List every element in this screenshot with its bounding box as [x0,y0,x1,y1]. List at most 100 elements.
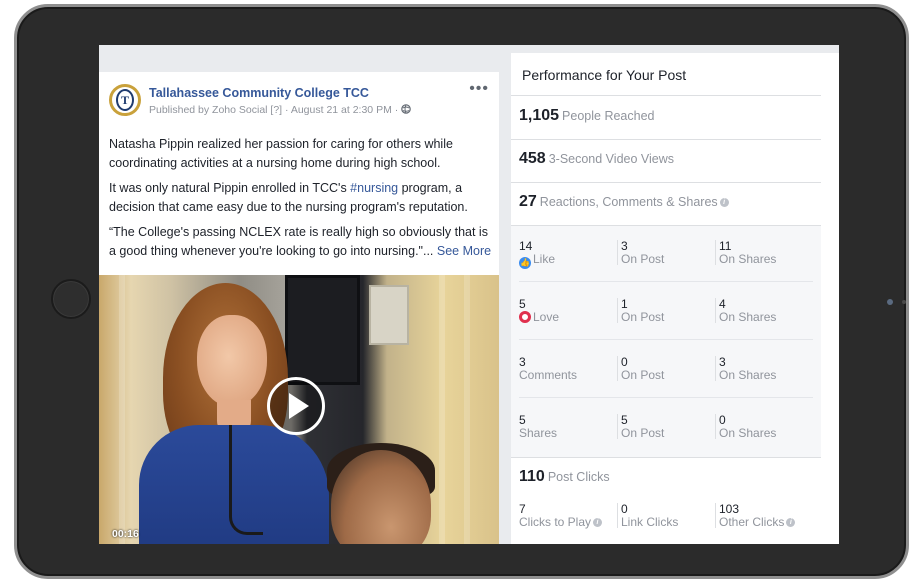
clicks-to-play-label: Clicks to Play i [519,515,603,529]
comments-count: 3 [519,355,526,369]
clicks-to-play-value: 7 [519,502,526,516]
love-on-shares-value: 4 [719,297,726,311]
like-on-shares: 11 On Shares [715,240,776,265]
home-button[interactable] [51,279,91,319]
love-total: 5 Love [519,298,559,323]
play-triangle [289,393,309,419]
comments-on-post: 0 On Post [617,356,664,381]
on-post-label: On Post [621,368,665,382]
comments-on-shares: 3 On Shares [715,356,776,381]
like-on-post: 3 On Post [617,240,664,265]
like-on-post-value: 3 [621,239,628,253]
comments-on-post-value: 0 [621,355,628,369]
curtain-fold [439,275,445,544]
post-meta: Published by Zoho Social [?] · August 21… [149,104,411,116]
on-shares-label: On Shares [719,310,777,324]
like-on-shares-value: 11 [719,239,732,253]
post-paragraph: “The College's passing NCLEX rate is rea… [109,223,494,261]
like-count: 14 [519,239,533,253]
divider [511,139,821,140]
post-header: T Tallahassee Community College TCC Publ… [99,72,499,124]
other-clicks: 103 Other Clicks i [715,502,796,529]
like-label-text: Like [533,252,556,266]
clicks-to-play: 7 Clicks to Play i [519,502,603,529]
people-reached-stat: 1,105 People Reached [519,107,654,125]
divider [511,182,821,183]
post-clicks-label: Post Clicks [547,470,610,484]
shares-on-post-value: 5 [621,413,628,427]
curtain-fold [464,275,470,544]
nurse-face [197,315,267,407]
on-shares-label: On Shares [719,426,777,440]
other-clicks-value: 103 [719,502,740,516]
clicks-to-play-label-text: Clicks to Play [519,515,592,529]
video-views-value: 458 [519,150,546,167]
love-icon [519,311,531,323]
shares-on-shares-value: 0 [719,413,726,427]
on-post-label: On Post [621,252,665,266]
logo-letter: T [116,89,134,111]
post-body: Natasha Pippin realized her passion for … [109,135,494,267]
on-shares-label: On Shares [719,252,777,266]
shares-total: 5 Shares [519,414,557,439]
video-duration: 00:16 [112,528,139,540]
divider [519,339,813,340]
divider [519,397,813,398]
like-label: 👍 Like [519,253,555,269]
post-text-segment: “The College's passing NCLEX rate is rea… [109,225,488,258]
info-icon[interactable]: i [719,198,729,208]
love-on-shares: 4 On Shares [715,298,776,323]
love-on-post: 1 On Post [617,298,664,323]
wall-panel [369,285,409,345]
post-text-segment: It was only natural Pippin enrolled in T… [109,181,351,195]
on-post-label: On Post [621,426,665,440]
video-views-stat: 458 3-Second Video Views [519,150,674,168]
engagement-stat: 27 Reactions, Comments & Shares i [519,193,729,211]
comments-label: Comments [519,368,578,382]
link-clicks-label: Link Clicks [621,515,679,529]
like-total: 14 👍 Like [519,240,555,269]
monitor-shape [285,275,360,385]
shares-label: Shares [519,426,558,440]
info-icon[interactable]: i [593,518,603,528]
love-on-post-value: 1 [621,297,628,311]
sensor-icon [902,300,906,304]
see-more-link[interactable]: See More [437,244,491,258]
link-clicks-value: 0 [621,502,628,516]
video-player[interactable]: 00:16 [99,275,499,544]
info-icon[interactable]: i [786,518,796,528]
divider [511,457,821,458]
love-label-text: Love [533,310,560,324]
divider [519,281,813,282]
globe-icon [401,104,411,114]
page-logo[interactable]: T [109,84,141,116]
engagement-value: 27 [519,193,537,210]
shares-on-post: 5 On Post [617,414,664,439]
on-shares-label: On Shares [719,368,777,382]
page-name-link[interactable]: Tallahassee Community College TCC [149,86,369,100]
play-icon[interactable] [267,377,325,435]
other-clicks-label-text: Other Clicks [719,515,785,529]
post-clicks-value: 110 [519,468,545,485]
comments-total: 3 Comments [519,356,577,381]
love-count: 5 [519,297,526,311]
performance-title: Performance for Your Post [522,67,687,83]
love-label: Love [519,311,559,323]
post-paragraph: Natasha Pippin realized her passion for … [109,137,453,170]
stethoscope [229,425,263,535]
like-icon: 👍 [519,257,531,269]
performance-panel: Performance for Your Post 1,105 People Re… [511,53,839,544]
camera-icon [887,299,893,305]
more-options-icon[interactable]: ••• [469,80,489,98]
facebook-post: T Tallahassee Community College TCC Publ… [99,72,499,544]
shares-on-shares: 0 On Shares [715,414,776,439]
on-post-label: On Post [621,310,665,324]
shares-count: 5 [519,413,526,427]
post-paragraph: It was only natural Pippin enrolled in T… [109,179,494,217]
hashtag-link[interactable]: #nursing [350,181,398,195]
post-clicks-stat: 110 Post Clicks [519,468,610,486]
divider [511,95,821,96]
comments-on-shares-value: 3 [719,355,726,369]
engagement-label: Reactions, Comments & Shares [539,195,718,209]
people-reached-label: People Reached [562,109,655,123]
